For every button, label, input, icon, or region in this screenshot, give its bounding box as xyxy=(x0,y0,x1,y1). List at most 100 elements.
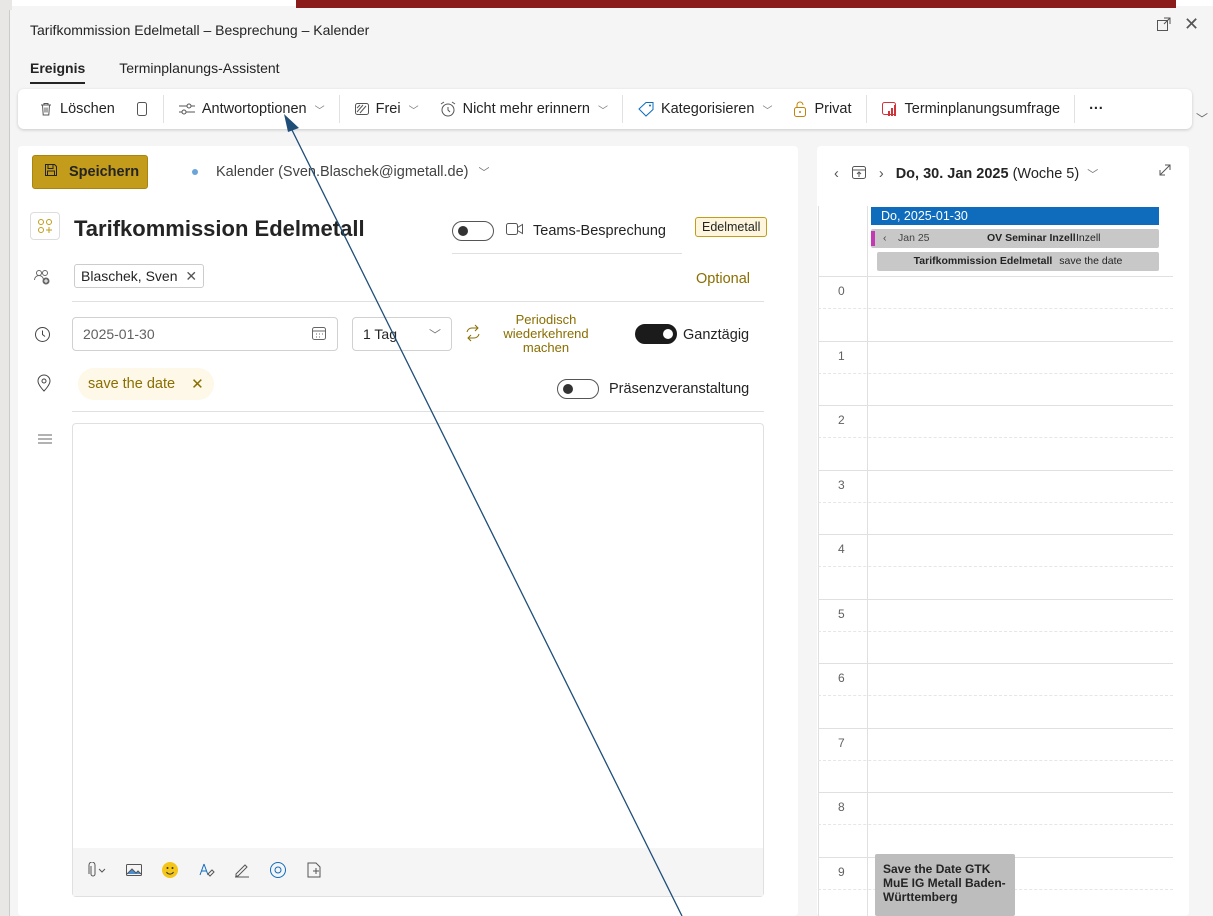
categorize-dropdown[interactable]: Kategorisieren ﹀ xyxy=(627,95,783,123)
half-hour-line xyxy=(818,695,1173,697)
in-person-toggle[interactable] xyxy=(557,379,599,399)
event-title-input[interactable]: Tarifkommission Edelmetall xyxy=(74,216,365,242)
event-title: Tarifkommission Edelmetall xyxy=(913,255,1053,267)
hour-label: 2 xyxy=(838,413,845,427)
attach-file-icon[interactable] xyxy=(85,861,107,882)
category-badge[interactable]: Edelmetall xyxy=(695,217,768,237)
toolbar-divider xyxy=(1074,95,1076,123)
event-location: Inzell xyxy=(1076,232,1101,244)
optional-attendees-link[interactable]: Optional xyxy=(696,271,750,287)
delete-label: Löschen xyxy=(60,101,115,117)
today-icon[interactable] xyxy=(851,164,867,184)
calendar-picker-icon[interactable] xyxy=(311,325,327,344)
timed-event[interactable]: Save the Date GTK MuE IG Metall Baden-Wü… xyxy=(875,854,1015,916)
emoji-icon[interactable] xyxy=(161,861,179,883)
hour-label: 0 xyxy=(838,284,845,298)
toolbar-divider xyxy=(865,95,867,123)
hour-line xyxy=(818,534,1173,535)
trash-icon xyxy=(38,101,54,117)
date-heading: Do, 30. Jan 2025 xyxy=(895,166,1009,182)
all-day-event[interactable]: ‹ Jan 25 OV Seminar Inzell Inzell xyxy=(871,229,1159,248)
response-options-button[interactable]: Antwortoptionen ﹀ xyxy=(168,95,335,123)
save-label: Speichern xyxy=(69,164,140,180)
loop-component-icon[interactable] xyxy=(269,861,287,883)
start-date-value: 2025-01-30 xyxy=(83,326,155,342)
all-day-event[interactable]: Tarifkommission Edelmetall save the date xyxy=(877,252,1159,271)
half-hour-line xyxy=(818,308,1173,310)
half-hour-line xyxy=(818,630,1173,632)
recurrence-icon[interactable] xyxy=(464,324,482,345)
day-header: Do, 2025-01-30 xyxy=(871,207,1159,225)
tab-scheduling-assistant[interactable]: Terminplanungs-Assistent xyxy=(119,60,279,84)
start-date-field[interactable]: 2025-01-30 xyxy=(72,317,338,351)
date-selector[interactable]: Do, 30. Jan 2025 (Woche 5) ﹀ xyxy=(896,166,1099,182)
next-day-icon[interactable]: › xyxy=(879,166,884,182)
private-button[interactable]: Privat xyxy=(782,95,861,123)
calendar-header: ‹ › Do, 30. Jan 2025 (Woche 5) ﹀ xyxy=(834,164,1098,184)
popout-icon[interactable] xyxy=(1156,16,1172,37)
close-icon[interactable]: ✕ xyxy=(1184,14,1199,35)
half-hour-line xyxy=(818,372,1173,374)
save-button[interactable]: Speichern xyxy=(32,155,148,189)
attendee-chip[interactable]: Blaschek, Sven ✕ xyxy=(74,264,205,288)
tab-event[interactable]: Ereignis xyxy=(30,60,86,84)
remove-attendee-icon[interactable]: ✕ xyxy=(185,268,197,284)
ribbon-toolbar: Löschen Antwortoptionen ﹀ Frei ﹀ Nicht m… xyxy=(18,89,1192,129)
poll-icon xyxy=(881,101,899,117)
attendee-name: Blaschek, Sven xyxy=(81,268,178,284)
divider xyxy=(452,253,682,254)
show-as-label: Frei xyxy=(375,101,401,117)
hour-line xyxy=(818,405,1173,406)
half-hour-line xyxy=(818,437,1173,439)
calendar-color-dot xyxy=(192,169,198,175)
half-hour-line xyxy=(818,759,1173,761)
insert-picture-icon[interactable] xyxy=(125,862,143,882)
make-recurring-link[interactable]: Periodisch wiederkehrend machen xyxy=(490,313,602,355)
half-hour-line xyxy=(818,566,1173,568)
scheduling-poll-button[interactable]: Terminplanungsumfrage xyxy=(871,95,1071,123)
expand-icon[interactable] xyxy=(1158,163,1172,180)
hour-label: 4 xyxy=(838,542,845,556)
description-editor[interactable] xyxy=(72,423,764,897)
hour-label: 7 xyxy=(838,735,845,750)
calendar-selector[interactable]: Kalender (Sven.Blaschek@igmetall.de) ﹀ xyxy=(216,164,490,180)
teams-meeting-option[interactable]: Teams-Besprechung xyxy=(505,222,666,240)
apps-icon[interactable] xyxy=(305,861,323,883)
in-person-label: Präsenzveranstaltung xyxy=(609,381,750,397)
all-day-toggle[interactable] xyxy=(635,324,677,344)
toolbar-divider xyxy=(621,95,623,123)
remove-location-icon[interactable]: ✕ xyxy=(191,375,204,393)
chevron-down-icon: ﹀ xyxy=(314,105,325,117)
hour-line xyxy=(818,792,1173,793)
location-icon xyxy=(36,374,52,397)
hour-line xyxy=(818,598,1173,600)
chevron-down-icon: ﹀ xyxy=(408,105,419,117)
teams-toggle[interactable] xyxy=(452,221,494,241)
duration-dropdown[interactable]: 1 Tag ﹀ xyxy=(352,317,452,351)
hour-label: 9 xyxy=(838,864,845,879)
previous-day-icon[interactable]: ‹ xyxy=(834,166,839,182)
window-title: Tarifkommission Edelmetall – Besprechung… xyxy=(30,22,370,38)
scheduling-poll-label: Terminplanungsumfrage xyxy=(904,101,1061,117)
copy-button[interactable] xyxy=(125,95,159,123)
copy-icon xyxy=(135,101,149,117)
hour-line xyxy=(818,663,1173,664)
toolbar-divider xyxy=(162,95,164,123)
format-painter-icon[interactable] xyxy=(197,861,215,883)
chevron-down-icon: ﹀ xyxy=(762,105,773,117)
ribbon-expand-icon[interactable]: ﹀ xyxy=(1196,110,1208,127)
divider xyxy=(72,411,764,412)
hour-line xyxy=(818,340,1173,342)
event-color-bar xyxy=(871,231,875,246)
show-as-dropdown[interactable]: Frei ﹀ xyxy=(344,95,429,123)
add-emoji-icon[interactable] xyxy=(30,212,60,240)
event-prefix: Jan 25 xyxy=(898,232,930,244)
alarm-clock-icon xyxy=(439,101,457,117)
more-options-button[interactable]: ··· xyxy=(1079,95,1114,123)
location-chip[interactable]: save the date ✕ xyxy=(78,368,214,400)
delete-button[interactable]: Löschen xyxy=(28,95,125,123)
chevron-down-icon: ﹀ xyxy=(1087,169,1099,181)
signature-icon[interactable] xyxy=(233,861,251,883)
reminder-dropdown[interactable]: Nicht mehr erinnern ﹀ xyxy=(429,95,618,123)
location-value: save the date xyxy=(88,376,176,392)
